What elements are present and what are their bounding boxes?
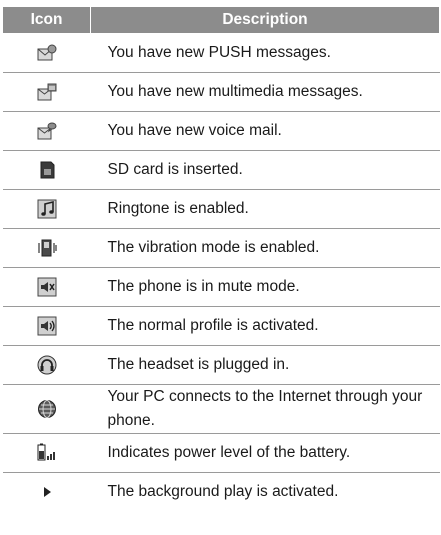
row-description: SD card is inserted. xyxy=(90,150,440,190)
row-description: Your PC connects to the Internet through… xyxy=(90,384,440,434)
headset-icon xyxy=(37,355,56,375)
table-row: Ringtone is enabled. xyxy=(2,189,440,229)
table-row: You have new voice mail. xyxy=(2,111,440,151)
mute-mode-icon xyxy=(37,277,56,297)
status-icons-table: Icon Description You have new PUSH messa… xyxy=(2,6,440,511)
table-header-row: Icon Description xyxy=(2,6,440,34)
multimedia-message-icon xyxy=(37,83,56,101)
table-row: You have new PUSH messages. xyxy=(2,33,440,73)
table-row: Your PC connects to the Internet through… xyxy=(2,384,440,434)
row-description: The headset is plugged in. xyxy=(90,345,440,385)
table-row: Indicates power level of the battery. xyxy=(2,433,440,473)
row-description: Ringtone is enabled. xyxy=(90,189,440,229)
table-row: The phone is in mute mode. xyxy=(2,267,440,307)
row-description: The normal profile is activated. xyxy=(90,306,440,346)
table-row: The vibration mode is enabled. xyxy=(2,228,440,268)
background-play-icon xyxy=(43,486,51,497)
table-row: You have new multimedia messages. xyxy=(2,72,440,112)
row-description: The phone is in mute mode. xyxy=(90,267,440,307)
icon-column-header: Icon xyxy=(2,6,91,34)
description-column-header: Description xyxy=(90,6,440,34)
row-description: The background play is activated. xyxy=(107,483,339,500)
row-description: The vibration mode is enabled. xyxy=(90,228,440,268)
pc-internet-icon xyxy=(37,400,56,418)
normal-profile-icon xyxy=(37,316,56,336)
row-description: You have new multimedia messages. xyxy=(90,72,440,112)
row-description: You have new voice mail. xyxy=(90,111,440,151)
vibration-mode-icon xyxy=(37,239,57,257)
table-row: The headset is plugged in. xyxy=(2,345,440,385)
battery-level-icon xyxy=(37,443,55,461)
sd-card-icon xyxy=(40,161,54,179)
table-row: SD card is inserted. xyxy=(2,150,440,190)
table-row: The normal profile is activated. xyxy=(2,306,440,346)
ringtone-icon xyxy=(37,199,56,219)
push-message-icon xyxy=(37,44,56,61)
voice-mail-icon xyxy=(37,122,56,140)
row-description: Indicates power level of the battery. xyxy=(90,433,440,473)
table-row: The background play is activated. xyxy=(3,473,440,512)
row-description: You have new PUSH messages. xyxy=(90,33,440,73)
